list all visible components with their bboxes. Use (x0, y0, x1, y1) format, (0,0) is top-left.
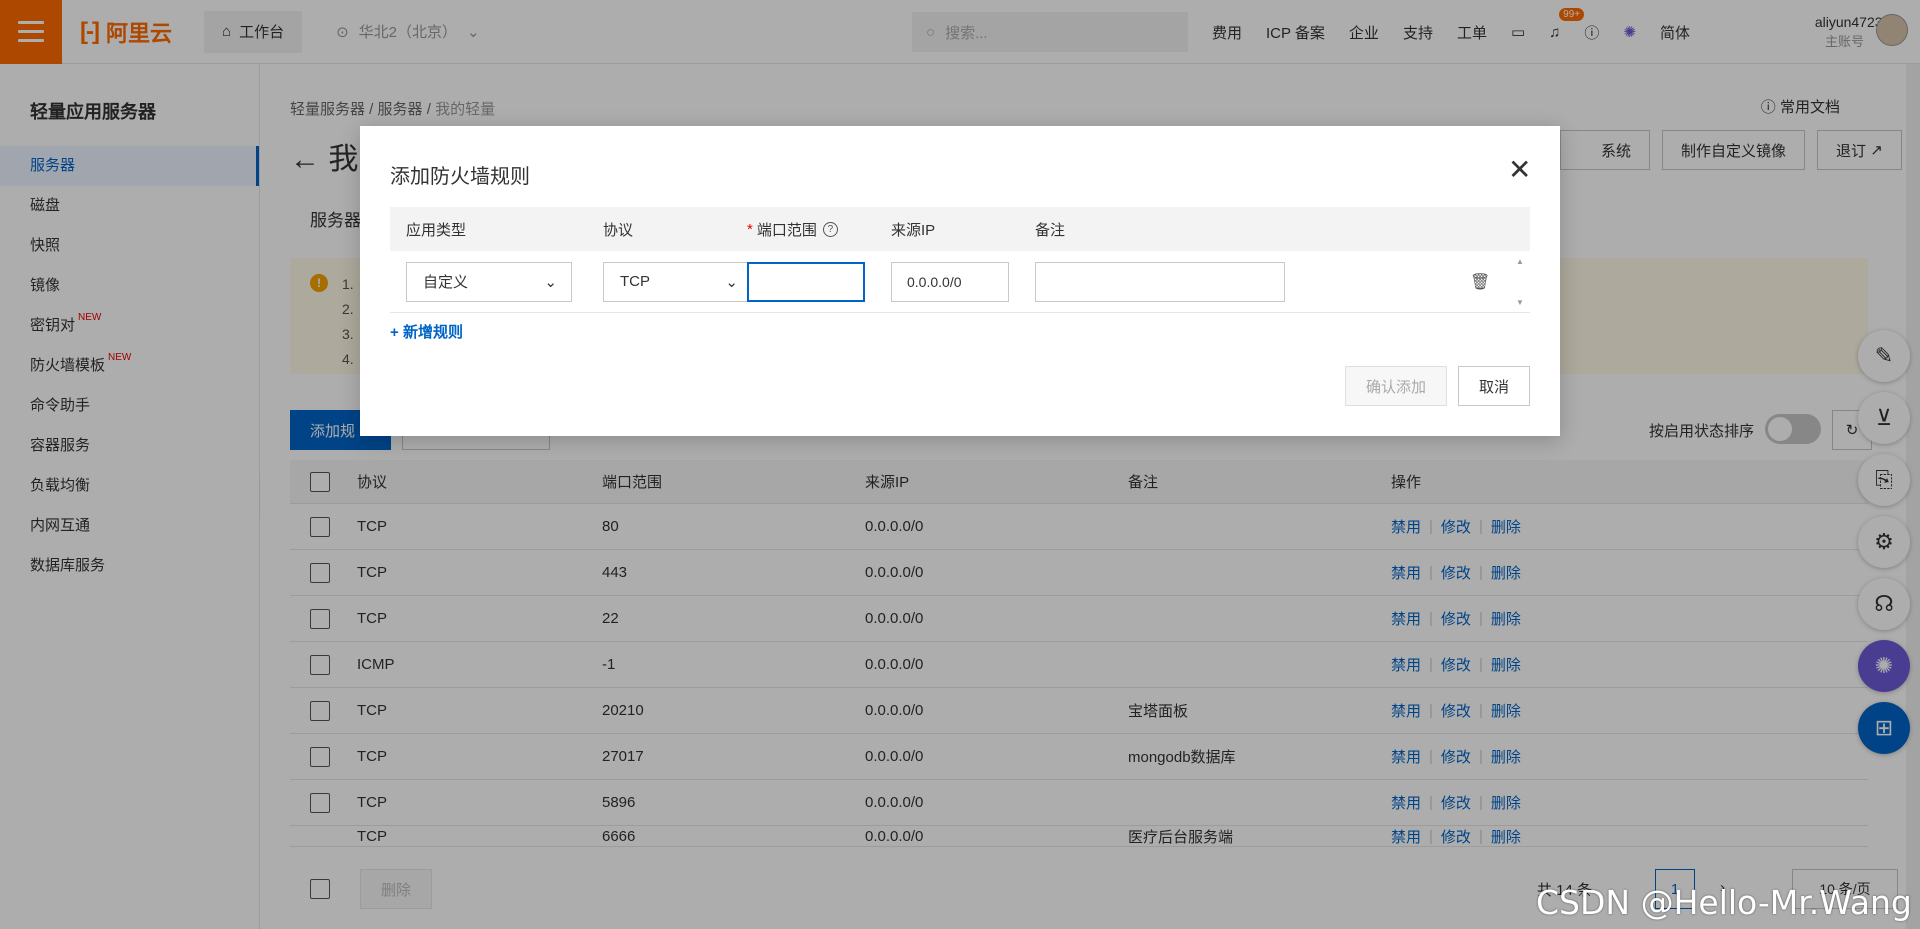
plus-icon: + (390, 324, 399, 341)
column-header-port: * 端口范围? (747, 207, 838, 251)
column-header-note: 备注 (1035, 221, 1066, 239)
required-icon: * (747, 220, 753, 238)
add-firewall-rule-dialog: 添加防火墙规则 ✕ 应用类型 协议 * 端口范围? 来源IP 备注 自定义 ⌄ TC… (360, 126, 1560, 436)
close-icon[interactable]: ✕ (1508, 156, 1531, 184)
question-icon[interactable]: ? (822, 221, 838, 237)
dialog-title: 添加防火墙规则 (390, 166, 530, 188)
protocol-select[interactable]: TCP ⌄ (603, 261, 753, 302)
dialog-scrollbar[interactable]: ▲ ▼ (1512, 251, 1528, 313)
protocol-value: TCP (620, 273, 650, 290)
column-header-source-ip: 来源IP (891, 221, 936, 239)
app-type-value: 自定义 (423, 274, 469, 291)
chevron-down-icon: ⌄ (544, 273, 557, 291)
column-header-label: 端口范围 (756, 221, 817, 239)
source-ip-input[interactable]: 0.0.0.0/0 (891, 261, 1009, 302)
port-range-input[interactable] (747, 261, 865, 302)
chevron-down-icon: ⌄ (725, 273, 738, 291)
dialog-rule-row: 自定义 ⌄ TCP ⌄ 0.0.0.0/0 🗑 (390, 251, 1530, 313)
scroll-down-icon: ▼ (1516, 298, 1524, 307)
dialog-table-header: 应用类型 协议 * 端口范围? 来源IP 备注 (390, 207, 1530, 251)
column-header-app-type: 应用类型 (406, 221, 467, 239)
cancel-button[interactable]: 取消 (1458, 366, 1530, 406)
add-rule-label: 新增规则 (402, 324, 463, 341)
add-new-rule-link[interactable]: + 新增规则 (390, 321, 463, 342)
confirm-add-button[interactable]: 确认添加 (1345, 366, 1447, 406)
scroll-up-icon: ▲ (1516, 257, 1524, 266)
app-type-select[interactable]: 自定义 ⌄ (406, 261, 572, 302)
column-header-protocol: 协议 (603, 221, 634, 239)
trash-icon[interactable]: 🗑 (1470, 251, 1490, 312)
watermark: CSDN @Hello-Mr.Wang (1536, 883, 1912, 922)
note-input[interactable] (1035, 261, 1285, 302)
